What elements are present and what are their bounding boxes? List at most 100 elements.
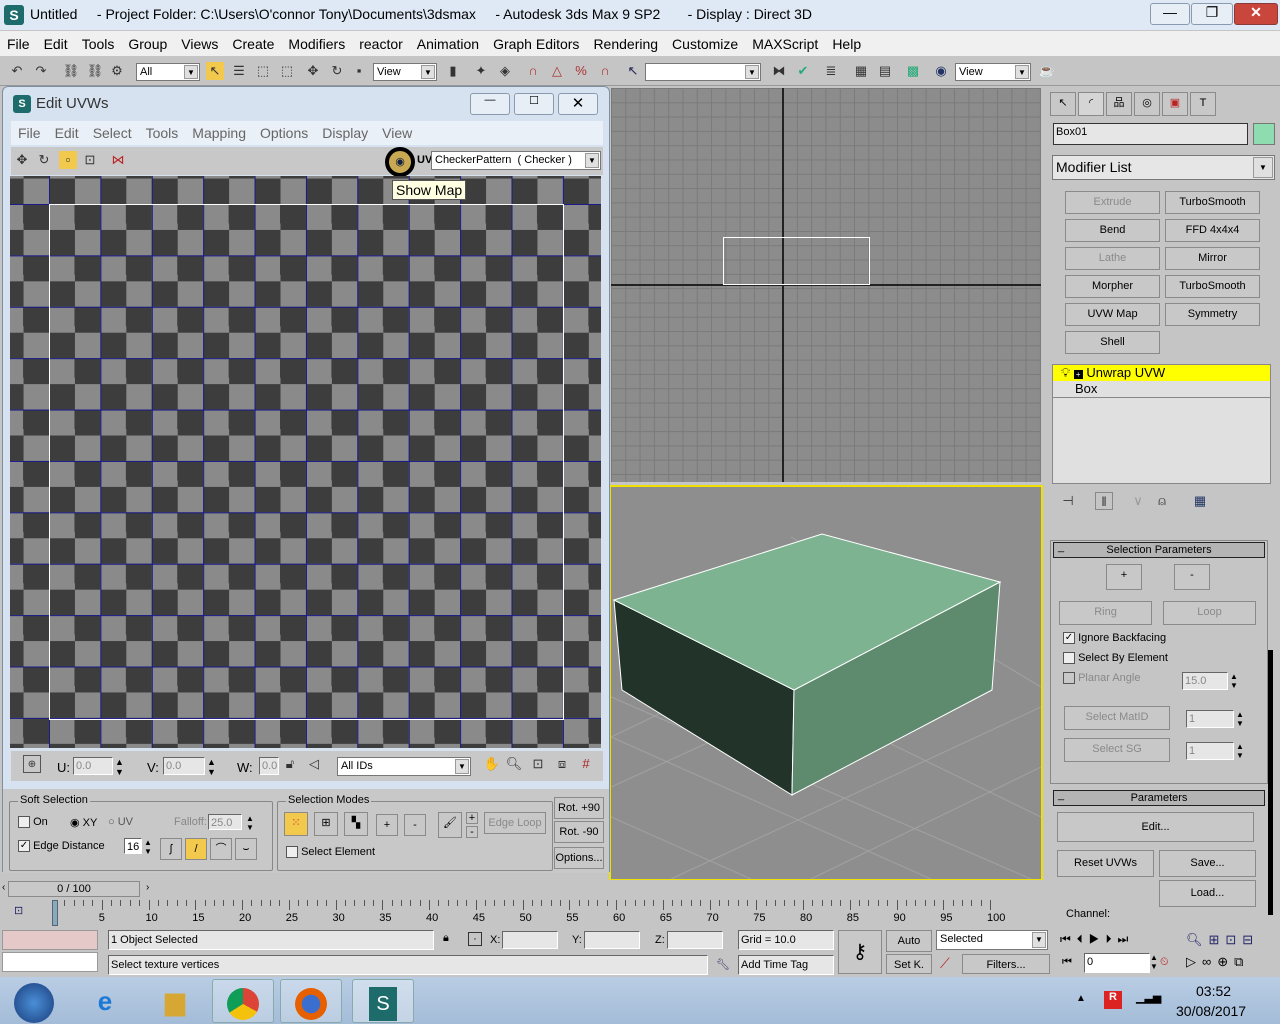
menu-edit[interactable]: Edit xyxy=(37,31,75,56)
redo-icon[interactable]: ↷ xyxy=(32,62,50,80)
reference-coordinate-combo[interactable]: View ▼ xyxy=(373,63,437,81)
rotate-icon[interactable]: ↻ xyxy=(35,151,53,169)
save-button[interactable]: Save... xyxy=(1159,850,1256,877)
bind-space-warp-icon[interactable]: ⚙ xyxy=(108,62,126,80)
viewport-navigation-controls-2[interactable]: ▷∞⊕⧉ xyxy=(1186,954,1249,970)
add-time-tag[interactable]: Add Time Tag xyxy=(738,955,834,975)
command-panel-scrollbar[interactable] xyxy=(1268,650,1273,915)
falloff-linear-button[interactable]: / xyxy=(185,838,207,860)
modifier-button[interactable]: Extrude xyxy=(1065,191,1160,214)
edit-uvws-button[interactable]: Edit... xyxy=(1057,812,1254,842)
modifier-button[interactable]: Lathe xyxy=(1065,247,1160,270)
menu-help[interactable]: Help xyxy=(825,31,868,56)
edge-mode-button[interactable]: ⊞ xyxy=(314,812,338,836)
uvw-menu-file[interactable]: File xyxy=(11,121,48,145)
modifier-button[interactable]: Morpher xyxy=(1065,275,1160,298)
time-config-icon[interactable]: ⏲ xyxy=(1160,956,1169,969)
clock-time[interactable]: 03:52 xyxy=(1196,983,1231,999)
layer-manager-icon[interactable]: ≣ xyxy=(822,62,840,80)
menu-rendering[interactable]: Rendering xyxy=(586,31,665,56)
next-frame-arrow[interactable]: › xyxy=(146,882,149,893)
time-slider[interactable]: 0 / 100 xyxy=(8,881,140,897)
uvw-menu-display[interactable]: Display xyxy=(315,121,375,145)
dialog-close-button[interactable]: ✕ xyxy=(558,93,598,115)
modifier-button[interactable]: UVW Map xyxy=(1065,303,1160,326)
sg-spinner[interactable]: ▲ ▼ xyxy=(1236,742,1244,760)
v-spinner[interactable]: ▲ ▼ xyxy=(207,757,216,777)
vertex-mode-button[interactable]: ⁙ xyxy=(284,812,308,836)
snap-icon[interactable]: ⊕ xyxy=(23,755,41,773)
modifier-list-combo[interactable]: Modifier List ▼ xyxy=(1052,155,1275,180)
dialog-minimize-button[interactable]: — xyxy=(470,93,510,115)
checkbox[interactable] xyxy=(1063,672,1075,685)
time-tag-icon[interactable]: 🔧︎ xyxy=(716,958,730,971)
x-coordinate-field[interactable] xyxy=(502,931,558,949)
selection-filter-combo[interactable]: All ▼ xyxy=(136,63,200,81)
selection-parameters-header[interactable]: _ Selection Parameters xyxy=(1053,541,1265,558)
angle-snap-icon[interactable]: △ xyxy=(548,62,566,80)
menu-create[interactable]: Create xyxy=(225,31,281,56)
reset-uvws-button[interactable]: Reset UVWs xyxy=(1057,850,1154,877)
show-map-icon[interactable]: ◉ xyxy=(385,147,415,177)
key-filters-button[interactable]: Filters... xyxy=(962,954,1050,974)
dialog-maximize-button[interactable]: ☐ xyxy=(514,93,554,115)
clock-date[interactable]: 30/08/2017 xyxy=(1176,1003,1246,1019)
freeform-icon[interactable]: ⊡ xyxy=(81,151,99,169)
absolute-mode-icon[interactable]: · xyxy=(468,932,482,946)
zoom-region-icon[interactable]: ⊡ xyxy=(529,755,547,773)
set-key-button[interactable]: Set K. xyxy=(886,954,932,974)
select-element-checkbox[interactable]: Select Element xyxy=(286,846,375,859)
snaps-icon[interactable]: ∩ xyxy=(524,62,542,80)
named-selection-combo[interactable]: ▼ xyxy=(645,63,761,81)
quick-render-icon[interactable]: ☕ xyxy=(1038,62,1056,80)
select-by-element-checkbox[interactable]: Select By Element xyxy=(1063,652,1168,665)
v-field[interactable]: 0.0 xyxy=(163,757,205,775)
uvw-menu-edit[interactable]: Edit xyxy=(48,121,86,145)
paint-select-icon[interactable]: 🖌︎ xyxy=(438,812,462,838)
create-tab-icon[interactable]: ↖ xyxy=(1050,92,1076,116)
modifier-button[interactable]: TurboSmooth xyxy=(1165,191,1260,214)
maximize-button[interactable]: ❐ xyxy=(1191,3,1233,25)
ring-button[interactable]: Ring xyxy=(1059,601,1152,625)
rotate-minus-90-button[interactable]: Rot. -90 xyxy=(554,821,604,843)
uv-editor-canvas[interactable] xyxy=(10,176,601,748)
grow-button[interactable]: + xyxy=(1106,564,1142,590)
scale-icon[interactable]: ▪ xyxy=(350,62,368,80)
checkbox[interactable] xyxy=(286,846,298,859)
modifier-button[interactable]: TurboSmooth xyxy=(1165,275,1260,298)
menu-modifiers[interactable]: Modifiers xyxy=(281,31,352,56)
internet-explorer-icon[interactable]: e xyxy=(74,979,136,1023)
falloff-slow-out-button[interactable]: ⌒ xyxy=(210,838,232,860)
checkbox-checked[interactable]: ✓ xyxy=(18,840,30,853)
network-signal-icon[interactable]: ▁▃▅ xyxy=(1136,991,1161,1004)
rectangle-selection-icon[interactable]: ⬚ xyxy=(254,62,272,80)
move-icon[interactable]: ✥ xyxy=(13,151,31,169)
lock-icon[interactable]: 🔓︎ xyxy=(281,755,299,773)
antivirus-tray-icon[interactable]: R xyxy=(1104,991,1122,1009)
minimize-button[interactable]: — xyxy=(1150,3,1190,25)
matid-field[interactable]: 1 xyxy=(1186,710,1234,728)
grow-selection-button[interactable]: + xyxy=(376,814,398,836)
spinner-snap-icon[interactable]: ∩ xyxy=(596,62,614,80)
material-editor-icon[interactable]: ▩ xyxy=(904,62,922,80)
edge-distance-field[interactable]: 16 xyxy=(124,838,142,854)
planar-angle-field[interactable]: 15.0 xyxy=(1182,672,1228,690)
window-crossing-icon[interactable]: ⬚ xyxy=(278,62,296,80)
w-field[interactable]: 0.0 xyxy=(259,757,279,775)
file-explorer-icon[interactable]: ▆ xyxy=(144,979,206,1023)
select-manipulate-icon[interactable]: ✦ xyxy=(472,62,490,80)
modify-tab-icon[interactable]: ◜ xyxy=(1078,92,1104,116)
falloff-field[interactable]: 25.0 xyxy=(208,814,242,830)
mirror-icon[interactable]: ⧓ xyxy=(770,62,788,80)
track-bar-toggle-icon[interactable]: ⊡ xyxy=(14,904,23,917)
y-coordinate-field[interactable] xyxy=(584,931,640,949)
xy-radio[interactable]: ◉ XY xyxy=(70,816,97,829)
auto-key-button[interactable]: Auto xyxy=(886,930,932,952)
3ds-max-taskbar-icon[interactable]: S xyxy=(352,979,414,1023)
chrome-icon[interactable] xyxy=(212,979,274,1023)
schematic-view-icon[interactable]: ▤ xyxy=(876,62,894,80)
uvw-menu-select[interactable]: Select xyxy=(86,121,139,145)
uvw-menu-view[interactable]: View xyxy=(375,121,419,145)
render-scene-icon[interactable]: ◉ xyxy=(932,62,950,80)
modifier-button[interactable]: Bend xyxy=(1065,219,1160,242)
